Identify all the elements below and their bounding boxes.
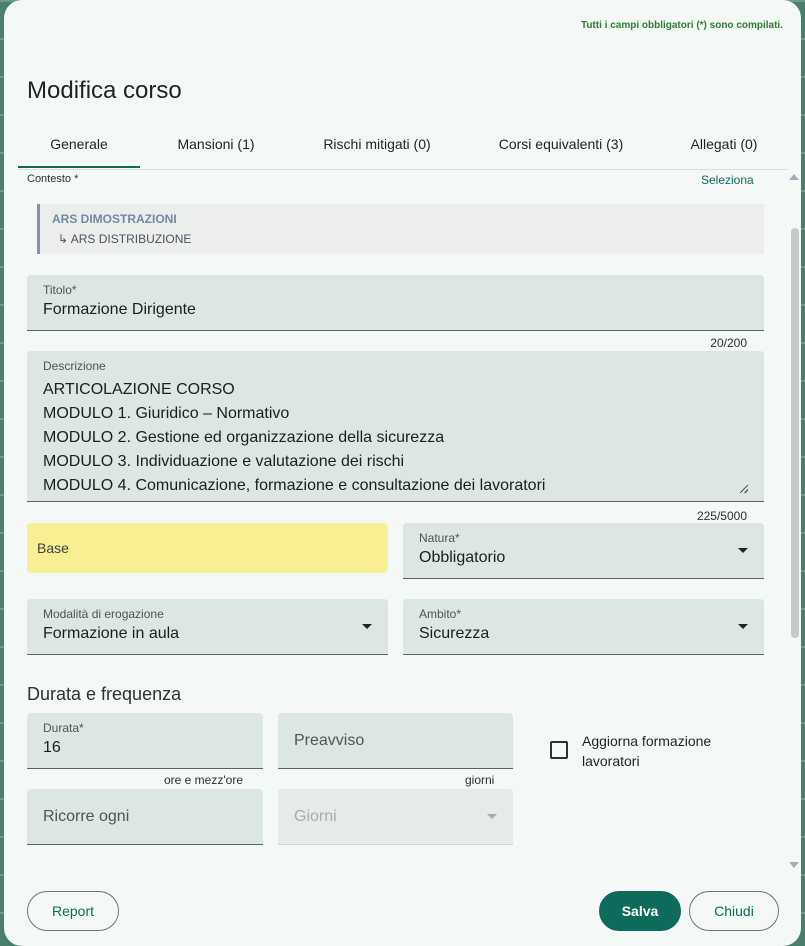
giorni-select: Giorni xyxy=(278,789,513,845)
descrizione-label: Descrizione xyxy=(43,359,106,373)
descrizione-field[interactable]: Descrizione ARTICOLAZIONE CORSO MODULO 1… xyxy=(27,351,764,502)
tab-corsi-equivalenti[interactable]: Corsi equivalenti (3) xyxy=(478,124,644,168)
context-main-item: ARS DIMOSTRAZIONI xyxy=(52,212,177,226)
context-tree: ARS DIMOSTRAZIONI ↳ ARS DISTRIBUZIONE xyxy=(37,204,764,254)
scroll-up-arrow-icon[interactable] xyxy=(789,174,799,180)
scrollbar-thumb[interactable] xyxy=(791,228,799,638)
descrizione-text: ARTICOLAZIONE CORSO MODULO 1. Giuridico … xyxy=(43,378,545,498)
preavviso-placeholder: Preavviso xyxy=(294,732,365,749)
chevron-down-icon xyxy=(362,624,372,629)
modalita-label: Modalità di erogazione xyxy=(43,607,164,621)
dialog-title: Modifica corso xyxy=(27,77,182,104)
descrizione-counter: 225/5000 xyxy=(696,509,747,523)
natura-select[interactable]: Natura* Obbligatorio xyxy=(403,523,764,579)
titolo-field[interactable]: Titolo* Formazione Dirigente xyxy=(27,275,764,331)
aggiorna-label[interactable]: Aggiorna formazione lavoratori xyxy=(582,731,752,771)
chevron-down-icon xyxy=(738,624,748,629)
save-button[interactable]: Salva xyxy=(599,891,681,931)
ambito-value: Sicurezza xyxy=(419,625,490,642)
descrizione-line: MODULO 4. Comunicazione, formazione e co… xyxy=(43,477,546,494)
context-select-link[interactable]: Seleziona xyxy=(701,173,754,187)
close-button[interactable]: Chiudi xyxy=(689,891,779,931)
descrizione-line: MODULO 1. Giuridico – Normativo xyxy=(43,405,290,422)
ricorre-placeholder: Ricorre ogni xyxy=(43,808,130,825)
descrizione-line: ARTICOLAZIONE CORSO xyxy=(43,381,235,398)
preavviso-hint: giorni xyxy=(465,773,495,787)
preavviso-field[interactable]: Preavviso xyxy=(278,713,513,769)
validation-status: Tutti i campi obbligatori (*) sono compi… xyxy=(580,20,783,31)
tab-mansioni[interactable]: Mansioni (1) xyxy=(148,124,284,168)
report-button[interactable]: Report xyxy=(27,891,119,931)
tab-generale[interactable]: Generale xyxy=(18,124,140,168)
context-sub-item: ↳ ARS DISTRIBUZIONE xyxy=(58,232,192,246)
base-label: Base xyxy=(37,540,69,556)
modalita-select[interactable]: Modalità di erogazione Formazione in aul… xyxy=(27,599,388,655)
ambito-label: Ambito* xyxy=(419,607,462,621)
tab-rischi-mitigati[interactable]: Rischi mitigati (0) xyxy=(298,124,456,168)
form-content: Contesto * Seleziona ARS DIMOSTRAZIONI ↳… xyxy=(4,170,789,870)
natura-label: Natura* xyxy=(419,531,460,545)
ricorre-field[interactable]: Ricorre ogni xyxy=(27,789,263,845)
durata-field[interactable]: Durata* 16 xyxy=(27,713,263,769)
durata-value: 16 xyxy=(43,739,61,756)
aggiorna-checkbox[interactable] xyxy=(550,741,568,759)
descrizione-line: MODULO 2. Gestione ed organizzazione del… xyxy=(43,429,445,446)
modalita-value: Formazione in aula xyxy=(43,625,180,642)
giorni-placeholder: Giorni xyxy=(294,808,337,825)
edit-course-dialog: Tutti i campi obbligatori (*) sono compi… xyxy=(4,0,801,946)
titolo-counter: 20/200 xyxy=(710,336,747,350)
titolo-value: Formazione Dirigente xyxy=(43,301,196,318)
context-label: Contesto * xyxy=(27,173,79,185)
durata-label: Durata* xyxy=(43,721,84,735)
durata-hint: ore e mezz'ore xyxy=(164,773,243,787)
chevron-down-icon xyxy=(738,548,748,553)
ambito-select[interactable]: Ambito* Sicurezza xyxy=(403,599,764,655)
descrizione-line: MODULO 3. Individuazione e valutazione d… xyxy=(43,453,405,470)
scroll-down-arrow-icon[interactable] xyxy=(789,862,799,868)
titolo-label: Titolo* xyxy=(43,283,77,297)
natura-value: Obbligatorio xyxy=(419,549,506,566)
chevron-down-icon xyxy=(487,814,497,819)
tab-bar: Generale Mansioni (1) Rischi mitigati (0… xyxy=(18,124,788,170)
durata-section-title: Durata e frequenza xyxy=(27,684,182,704)
tab-allegati[interactable]: Allegati (0) xyxy=(664,124,784,168)
base-field[interactable]: Base xyxy=(27,523,388,573)
resize-handle-icon[interactable] xyxy=(740,485,748,493)
